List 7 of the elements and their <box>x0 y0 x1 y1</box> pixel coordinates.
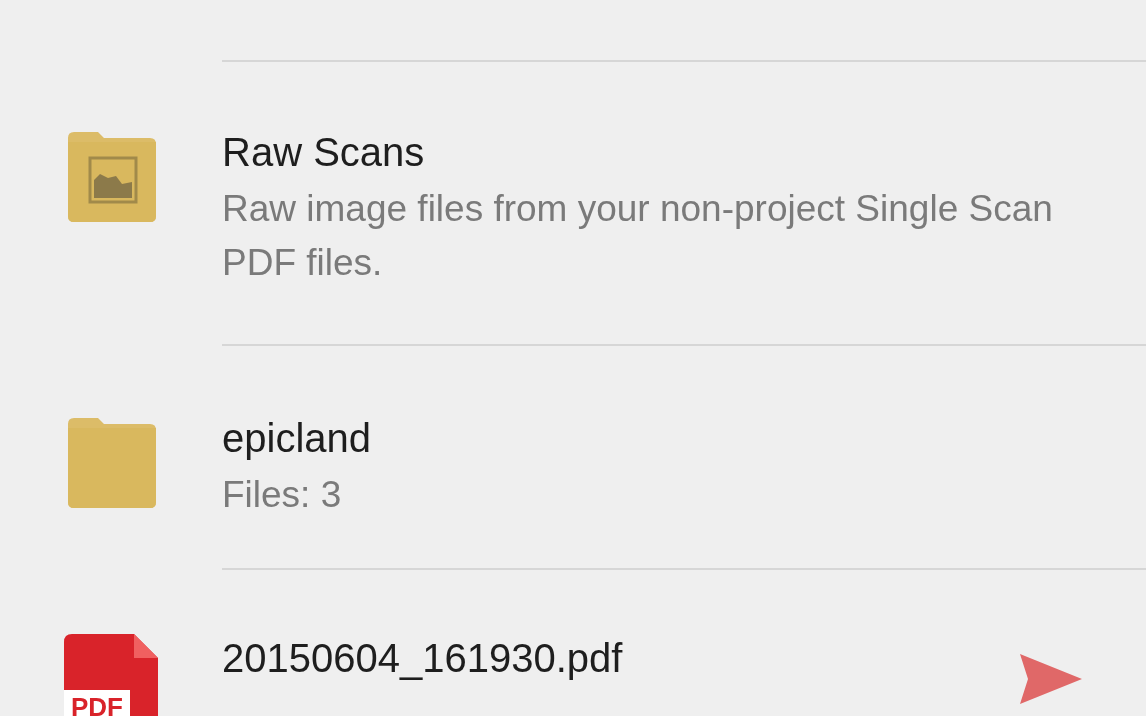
file-description: Raw image files from your non-project Single Scan PDF files. <box>222 187 1054 285</box>
file-name[interactable]: 20150604_161930.pdf <box>222 634 1106 682</box>
file-description: Files: 3 <box>222 473 343 517</box>
pdf-file-icon: PDF <box>64 634 158 716</box>
send-icon[interactable] <box>1020 654 1082 704</box>
file-name[interactable]: Raw Scans <box>222 128 1106 176</box>
file-name[interactable]: epicland <box>222 414 1106 462</box>
